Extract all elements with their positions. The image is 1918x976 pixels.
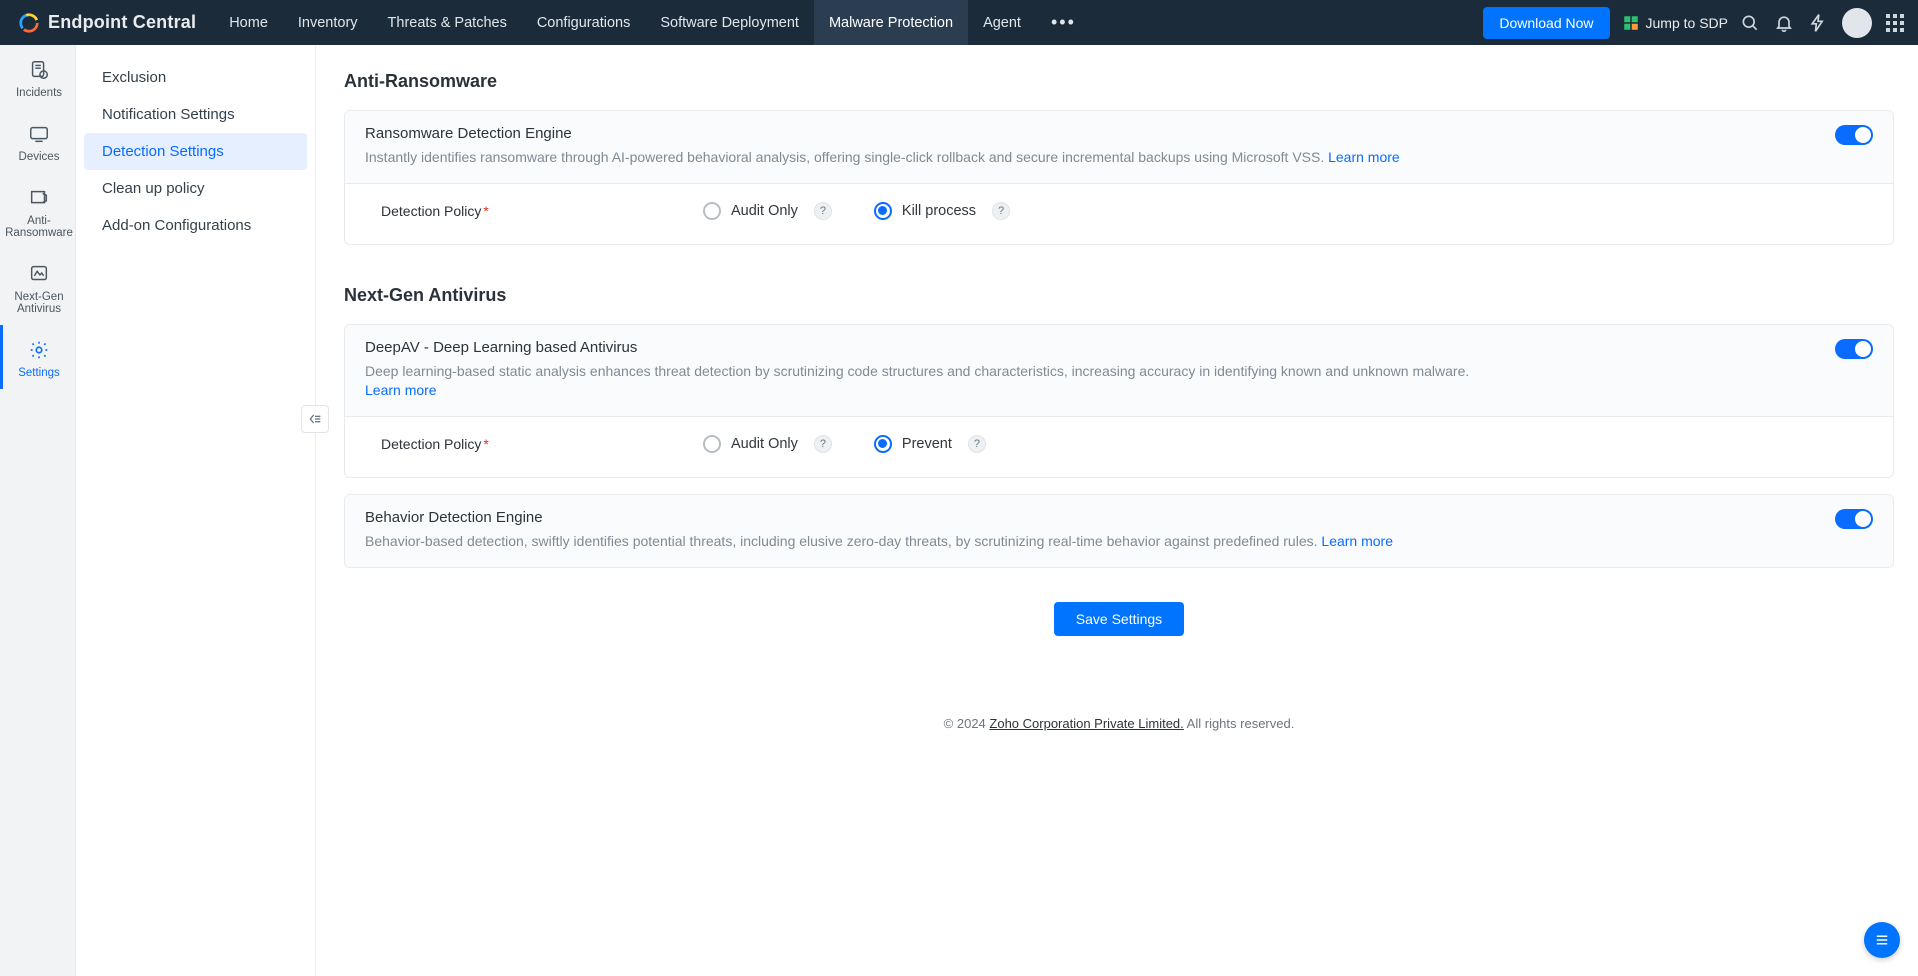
content: Anti-Ransomware Ransomware Detection Eng… <box>316 45 1918 976</box>
nav-configurations[interactable]: Configurations <box>522 0 646 45</box>
radio-prevent[interactable]: Prevent ? <box>874 435 986 453</box>
sdp-label: Jump to SDP <box>1646 15 1728 31</box>
subnav-exclusion[interactable]: Exclusion <box>84 59 307 96</box>
download-button[interactable]: Download Now <box>1483 7 1609 39</box>
card-behavior-detection: Behavior Detection Engine Behavior-based… <box>344 494 1894 568</box>
help-audit-only-2[interactable]: ? <box>814 435 832 453</box>
learn-more-deepav[interactable]: Learn more <box>365 382 437 398</box>
section-anti-ransomware-title: Anti-Ransomware <box>344 71 1894 92</box>
detection-policy-label-2: Detection Policy* <box>365 436 695 452</box>
left-rail: Incidents Devices Anti-Ransomware Next-G… <box>0 45 76 976</box>
toggle-ransomware[interactable] <box>1835 125 1873 145</box>
card-title-ransomware: Ransomware Detection Engine <box>365 125 1819 142</box>
nav-software-deployment[interactable]: Software Deployment <box>645 0 814 45</box>
rail-incidents[interactable]: Incidents <box>0 45 75 109</box>
subnav-addon-configurations[interactable]: Add-on Configurations <box>84 207 307 244</box>
nav-threats-patches[interactable]: Threats & Patches <box>373 0 522 45</box>
rail-ng-antivirus[interactable]: Next-Gen Antivirus <box>0 249 75 325</box>
radio-audit-only-1[interactable]: Audit Only ? <box>703 202 832 220</box>
topbar: Endpoint Central Home Inventory Threats … <box>0 0 1918 45</box>
rail-settings[interactable]: Settings <box>0 325 75 389</box>
brand-logo-icon <box>18 12 40 34</box>
subnav-notification-settings[interactable]: Notification Settings <box>84 96 307 133</box>
lightning-icon[interactable] <box>1808 13 1828 33</box>
layout: Incidents Devices Anti-Ransomware Next-G… <box>0 45 1918 976</box>
collapse-subnav-icon[interactable] <box>301 405 329 433</box>
search-icon[interactable] <box>1740 13 1760 33</box>
brand: Endpoint Central <box>0 12 214 34</box>
rail-devices-label: Devices <box>19 151 60 163</box>
rail-ng-antivirus-label: Next-Gen Antivirus <box>7 291 71 315</box>
rail-anti-ransomware-label: Anti-Ransomware <box>5 215 73 239</box>
learn-more-ransomware[interactable]: Learn more <box>1328 149 1400 165</box>
rail-incidents-label: Incidents <box>16 87 62 99</box>
footer-zoho-link[interactable]: Zoho Corporation Private Limited. <box>989 716 1183 731</box>
rail-settings-label: Settings <box>18 367 60 379</box>
nav-inventory[interactable]: Inventory <box>283 0 373 45</box>
top-nav: Home Inventory Threats & Patches Configu… <box>214 0 1091 45</box>
rail-anti-ransomware[interactable]: Anti-Ransomware <box>0 173 75 249</box>
nav-agent[interactable]: Agent <box>968 0 1036 45</box>
toggle-deepav[interactable] <box>1835 339 1873 359</box>
apps-grid-icon[interactable] <box>1886 14 1904 32</box>
card-title-deepav: DeepAV - Deep Learning based Antivirus <box>365 339 1819 356</box>
help-prevent[interactable]: ? <box>968 435 986 453</box>
detection-policy-label-1: Detection Policy* <box>365 203 695 219</box>
footer: © 2024 Zoho Corporation Private Limited.… <box>344 716 1894 731</box>
section-ngav-title: Next-Gen Antivirus <box>344 285 1894 306</box>
rail-devices[interactable]: Devices <box>0 109 75 173</box>
jump-to-sdp[interactable]: Jump to SDP <box>1622 14 1728 32</box>
help-kill-process[interactable]: ? <box>992 202 1010 220</box>
sdp-icon <box>1622 14 1640 32</box>
help-audit-only-1[interactable]: ? <box>814 202 832 220</box>
radio-audit-only-2[interactable]: Audit Only ? <box>703 435 832 453</box>
avatar[interactable] <box>1842 8 1872 38</box>
nav-home[interactable]: Home <box>214 0 283 45</box>
save-settings-button[interactable]: Save Settings <box>1054 602 1184 636</box>
brand-name: Endpoint Central <box>48 12 196 33</box>
card-desc-deepav: Deep learning-based static analysis enha… <box>365 362 1819 400</box>
bell-icon[interactable] <box>1774 13 1794 33</box>
learn-more-behavior[interactable]: Learn more <box>1321 533 1393 549</box>
card-ransomware-detection: Ransomware Detection Engine Instantly id… <box>344 110 1894 245</box>
subnav-detection-settings[interactable]: Detection Settings <box>84 133 307 170</box>
card-desc-ransomware: Instantly identifies ransomware through … <box>365 148 1819 167</box>
subnav-cleanup-policy[interactable]: Clean up policy <box>84 170 307 207</box>
card-desc-behavior: Behavior-based detection, swiftly identi… <box>365 532 1819 551</box>
toggle-behavior[interactable] <box>1835 509 1873 529</box>
radio-kill-process[interactable]: Kill process ? <box>874 202 1010 220</box>
settings-subnav: Exclusion Notification Settings Detectio… <box>76 45 316 976</box>
fab-menu-icon[interactable] <box>1864 922 1900 958</box>
topbar-icons <box>1740 8 1904 38</box>
card-deepav: DeepAV - Deep Learning based Antivirus D… <box>344 324 1894 478</box>
topbar-right: Download Now Jump to SDP <box>1483 7 1918 39</box>
card-title-behavior: Behavior Detection Engine <box>365 509 1819 526</box>
nav-malware-protection[interactable]: Malware Protection <box>814 0 968 45</box>
nav-more-icon[interactable]: ••• <box>1036 0 1091 45</box>
